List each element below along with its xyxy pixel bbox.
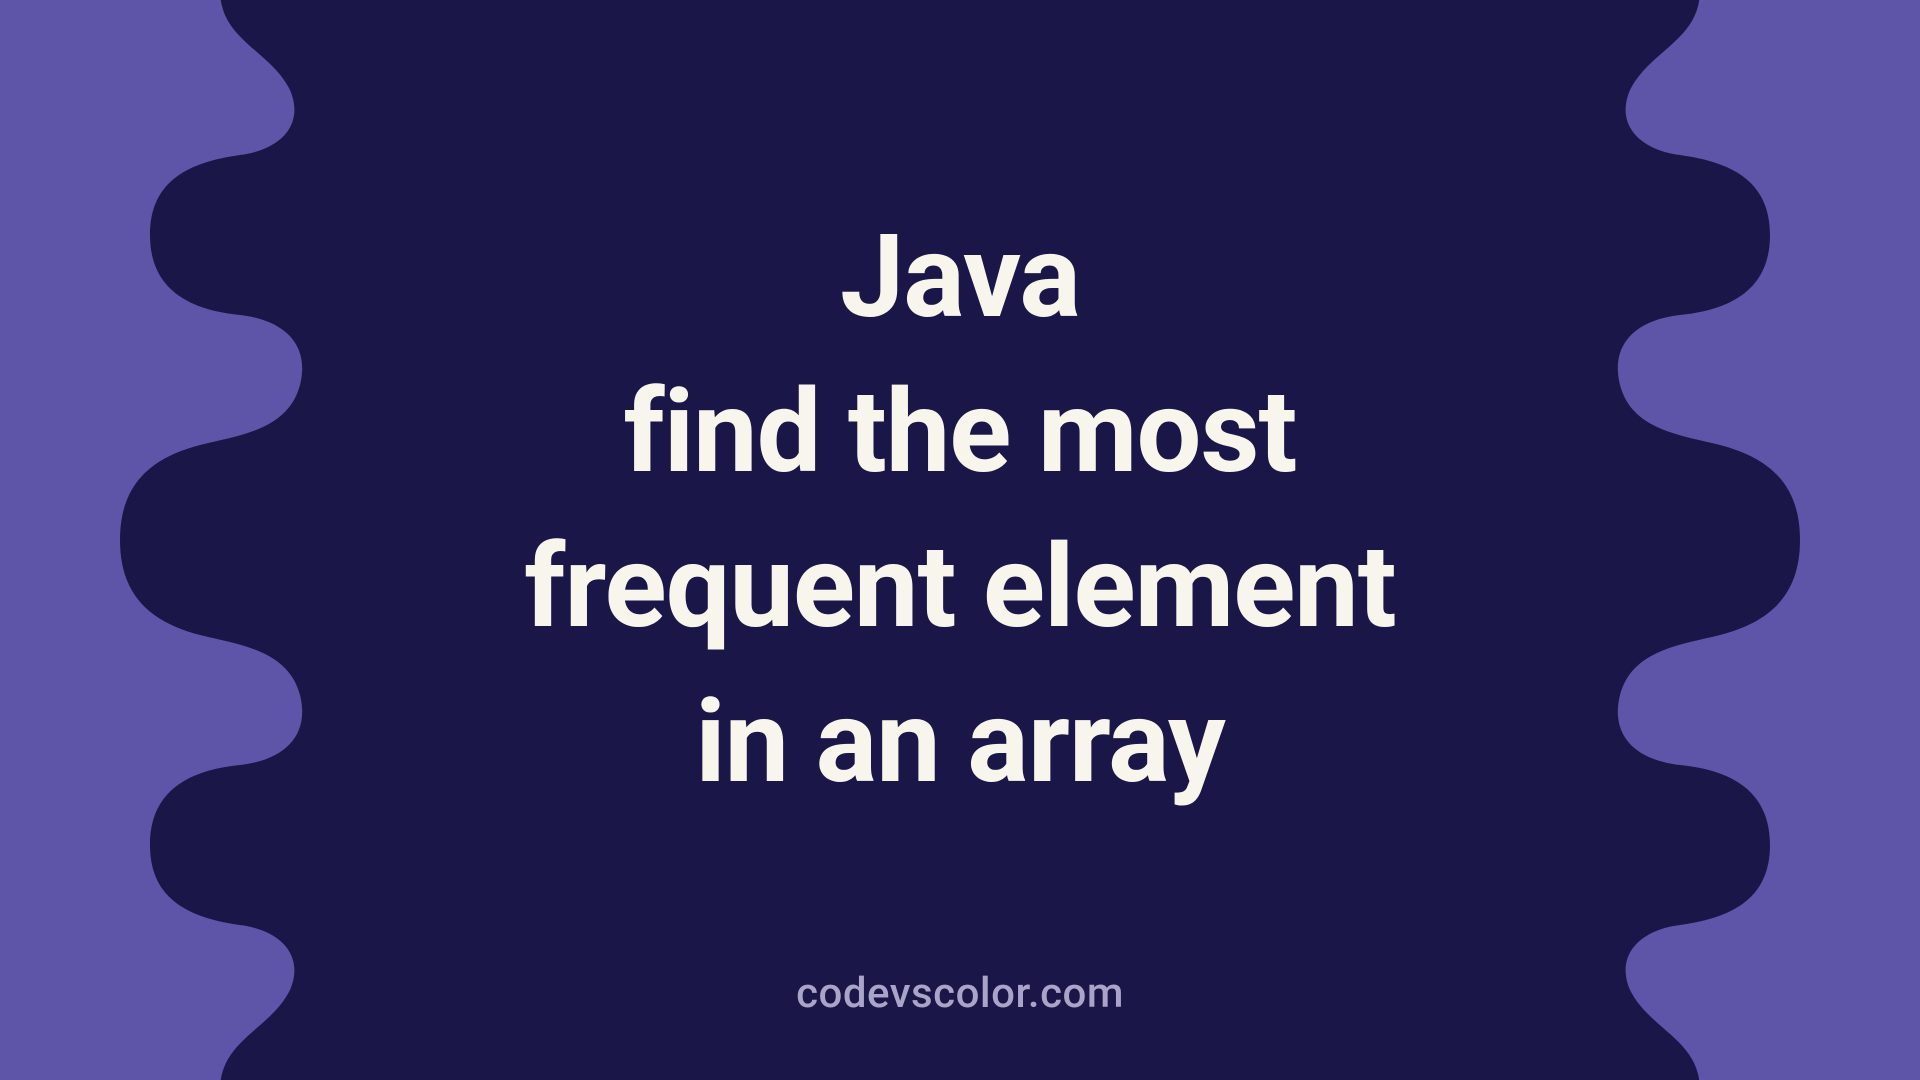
title-line-1: Java [524,200,1395,355]
title-line-3: frequent element [524,510,1395,665]
main-title: Java find the most frequent element in a… [524,200,1395,821]
watermark-text: codevscolor.com [796,969,1124,1018]
title-line-2: find the most [524,355,1395,510]
title-line-4: in an array [524,665,1395,820]
content-wrapper: Java find the most frequent element in a… [0,0,1920,1080]
